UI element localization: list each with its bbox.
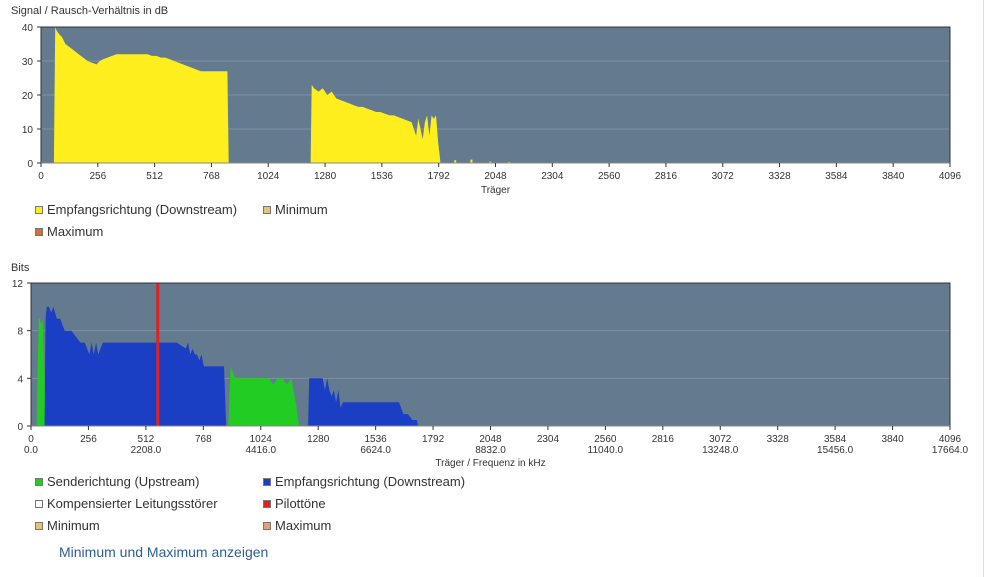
legend-label: Maximum [275, 518, 332, 533]
x-tick-freq-label: 8832.0 [475, 445, 506, 456]
x-tick-label: 512 [146, 171, 163, 182]
legend-item-minimum-bits[interactable]: Minimum [35, 518, 100, 533]
x-tick-label: 1792 [422, 434, 445, 445]
x-tick-freq-label: 2208.0 [131, 445, 162, 456]
legend-label: Senderichtung (Upstream) [47, 474, 200, 489]
legend-label: Minimum [275, 202, 328, 217]
x-tick-label: 3328 [768, 171, 791, 182]
x-tick-label: 512 [138, 434, 155, 445]
x-tick-label: 1536 [371, 171, 394, 182]
bits-chart: 0 4 8 12 0 256 512 768 1024 1280 1536 1792 2048 2304 2… [12, 279, 969, 469]
x-tick-label: 2304 [537, 434, 560, 445]
x-tick-label: 2816 [652, 434, 675, 445]
x-tick-freq-label: 0.0 [24, 445, 38, 456]
legend-label: Kompensierter Leitungsstörer [47, 496, 218, 511]
y-tick-label: 20 [22, 91, 34, 102]
x-tick-label: 1280 [307, 434, 330, 445]
x-tick-label: 2560 [594, 434, 617, 445]
x-tick-label: 4096 [939, 171, 962, 182]
legend-swatch [263, 521, 271, 530]
x-tick-label: 2816 [655, 171, 678, 182]
legend-item-pilot[interactable]: Pilottöne [263, 496, 326, 511]
legend-swatch [263, 477, 271, 486]
legend-item-downstream[interactable]: Empfangsrichtung (Downstream) [35, 202, 237, 217]
y-tick-label: 0 [27, 159, 33, 170]
scrollbar-track [983, 0, 984, 577]
y-tick-label: 30 [22, 57, 34, 68]
x-tick-label: 4096 [939, 434, 962, 445]
x-tick-label: 1024 [250, 434, 273, 445]
x-tick-label: 3840 [882, 171, 905, 182]
legend-item-minimum[interactable]: Minimum [263, 202, 328, 217]
legend-swatch [35, 227, 43, 236]
legend-swatch [35, 205, 43, 214]
y-tick-label: 10 [22, 125, 34, 136]
y-tick-label: 12 [12, 279, 24, 290]
x-tick-freq-label: 6624.0 [360, 445, 391, 456]
legend-label: Minimum [47, 518, 100, 533]
legend-swatch [35, 499, 43, 508]
legend-swatch [263, 499, 271, 508]
x-tick-label: 0 [28, 434, 34, 445]
x-axis-title: Träger [481, 185, 511, 196]
x-tick-label: 256 [89, 171, 106, 182]
x-tick-label: 3584 [824, 434, 847, 445]
x-tick-label: 3328 [767, 434, 790, 445]
legend-label: Maximum [47, 224, 104, 239]
legend-swatch [35, 521, 43, 530]
x-tick-freq-label: 13248.0 [702, 445, 739, 456]
x-tick-freq-label: 17664.0 [932, 445, 969, 456]
x-tick-label: 256 [80, 434, 97, 445]
legend-label: Empfangsrichtung (Downstream) [47, 202, 238, 217]
x-tick-label: 768 [195, 434, 212, 445]
x-tick-freq-label: 11040.0 [588, 445, 624, 456]
legend-item-upstream[interactable]: Senderichtung (Upstream) [35, 474, 199, 489]
legend-item-downstream-bits[interactable]: Empfangsrichtung (Downstream) [263, 474, 465, 489]
snr-chart: 0 10 20 30 40 0 256 512 768 1024 1280 1536 1792 2048 2… [22, 23, 962, 196]
legend-swatch [263, 205, 271, 214]
x-tick-label: 3072 [709, 434, 732, 445]
x-axis-title: Träger / Frequenz in kHz [435, 458, 545, 469]
legend-swatch [35, 477, 43, 486]
x-tick-label: 0 [38, 171, 44, 182]
y-tick-label: 40 [22, 23, 34, 34]
y-tick-label: 8 [17, 327, 23, 338]
x-tick-label: 3840 [881, 434, 904, 445]
x-tick-label: 1536 [365, 434, 388, 445]
show-min-max-link[interactable]: Minimum und Maximum anzeigen [59, 544, 268, 560]
x-tick-label: 768 [203, 171, 220, 182]
series-blip [470, 159, 473, 163]
x-tick-freq-label: 4416.0 [245, 445, 276, 456]
y-tick-label: 4 [17, 374, 23, 385]
x-tick-freq-label: 15456.0 [817, 445, 854, 456]
x-tick-label: 2048 [484, 171, 507, 182]
x-tick-label: 2304 [541, 171, 564, 182]
x-tick-label: 1280 [314, 171, 337, 182]
legend-item-maximum-bits[interactable]: Maximum [263, 518, 331, 533]
legend-label: Empfangsrichtung (Downstream) [275, 474, 466, 489]
x-tick-label: 3584 [825, 171, 848, 182]
x-tick-label: 2048 [479, 434, 502, 445]
legend-item-crosstalk[interactable]: Kompensierter Leitungsstörer [35, 496, 218, 511]
y-tick-label: 0 [17, 422, 23, 433]
x-tick-label: 3072 [712, 171, 735, 182]
legend-item-maximum[interactable]: Maximum [35, 224, 103, 239]
x-tick-label: 1792 [428, 171, 451, 182]
x-tick-label: 1024 [257, 171, 280, 182]
x-tick-label: 2560 [598, 171, 621, 182]
legend-label: Pilottöne [275, 496, 326, 511]
